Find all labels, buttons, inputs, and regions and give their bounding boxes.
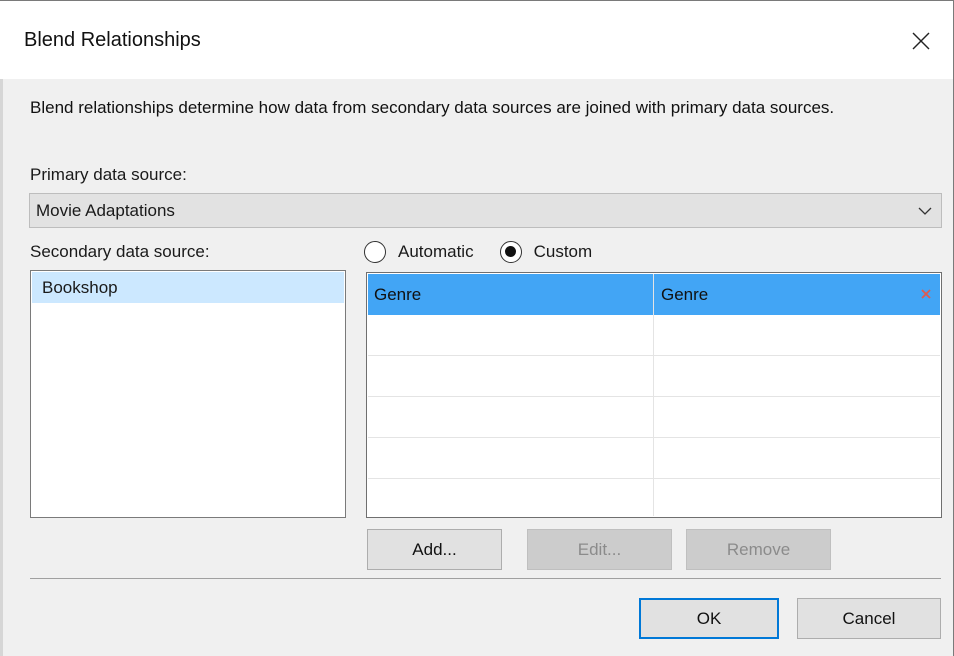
- add-button[interactable]: Add...: [367, 529, 502, 570]
- blend-relationships-dialog: Blend Relationships Blend relationships …: [0, 0, 954, 656]
- radio-custom-circle[interactable]: [499, 241, 522, 263]
- primary-field-cell: Genre: [374, 285, 422, 304]
- radio-custom[interactable]: Custom: [499, 241, 593, 263]
- radio-automatic-circle[interactable]: [364, 241, 386, 263]
- empty-grid-row: [368, 356, 940, 397]
- empty-grid-row: [368, 397, 940, 438]
- remove-x-icon[interactable]: [918, 286, 934, 302]
- relationship-row[interactable]: Genre Genre: [368, 274, 940, 315]
- empty-grid-row: [368, 315, 940, 356]
- radio-automatic[interactable]: Automatic: [364, 241, 474, 263]
- description-text: Blend relationships determine how data f…: [30, 98, 835, 117]
- remove-button[interactable]: Remove: [686, 529, 831, 570]
- primary-data-source-value: Movie Adaptations: [36, 200, 175, 220]
- empty-grid-row: [368, 438, 940, 479]
- cancel-button[interactable]: Cancel: [797, 598, 941, 639]
- secondary-data-source-list[interactable]: Bookshop: [30, 270, 346, 518]
- close-button[interactable]: [896, 15, 946, 67]
- radio-automatic-label: Automatic: [398, 242, 474, 261]
- relationships-grid[interactable]: Genre Genre: [366, 272, 942, 518]
- window-edge: [0, 79, 3, 656]
- dialog-title: Blend Relationships: [24, 29, 201, 51]
- primary-data-source-select[interactable]: Movie Adaptations: [29, 193, 942, 228]
- radio-custom-label: Custom: [533, 242, 593, 261]
- footer-separator: [30, 578, 941, 579]
- edit-button[interactable]: Edit...: [527, 529, 672, 570]
- title-bar: Blend Relationships: [0, 1, 953, 79]
- close-icon: [912, 32, 930, 50]
- blend-mode-radio-group: Automatic Custom: [364, 238, 592, 266]
- primary-data-source-label: Primary data source:: [30, 165, 187, 184]
- ok-button[interactable]: OK: [639, 598, 779, 639]
- list-item-bookshop[interactable]: Bookshop: [32, 272, 344, 303]
- secondary-field-cell: Genre: [661, 285, 709, 304]
- grid-column-divider: [653, 274, 654, 516]
- secondary-data-source-label: Secondary data source:: [30, 242, 210, 261]
- chevron-down-icon: [918, 207, 932, 215]
